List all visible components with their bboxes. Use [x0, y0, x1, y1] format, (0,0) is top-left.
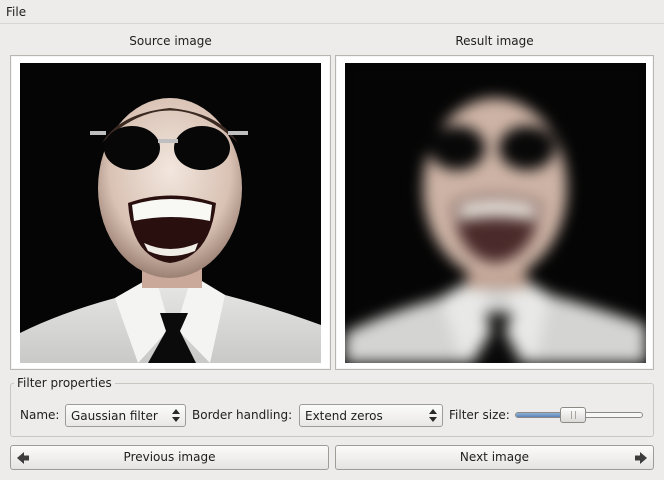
- next-image-label: Next image: [459, 450, 530, 464]
- previous-image-button[interactable]: Previous image: [10, 445, 329, 470]
- arrow-right-icon: [635, 452, 647, 464]
- menu-bar: File: [0, 0, 664, 24]
- source-portrait-photo: [20, 63, 321, 363]
- result-image: [345, 63, 646, 363]
- menu-file[interactable]: File: [0, 0, 32, 24]
- arrow-left-icon: [17, 452, 29, 464]
- filter-name-value: Gaussian filter: [71, 409, 158, 423]
- filter-name-combobox[interactable]: Gaussian filter: [65, 404, 186, 427]
- slider-handle[interactable]: [559, 407, 586, 423]
- filter-size-label: Filter size:: [449, 408, 510, 422]
- up-down-arrows-icon: [169, 406, 183, 425]
- filter-size-slider[interactable]: [514, 404, 644, 427]
- filter-name-label: Name:: [20, 408, 60, 422]
- source-image-frame: [10, 55, 331, 370]
- result-image-frame: [335, 55, 654, 370]
- result-portrait-photo: [345, 63, 646, 363]
- source-image: [20, 63, 321, 363]
- result-image-caption: Result image: [455, 34, 534, 48]
- previous-image-label: Previous image: [123, 450, 216, 464]
- source-image-caption: Source image: [129, 34, 212, 48]
- filter-properties-title: Filter properties: [14, 375, 115, 391]
- border-handling-combobox[interactable]: Extend zeros: [299, 404, 443, 427]
- border-handling-value: Extend zeros: [305, 409, 383, 423]
- up-down-arrows-icon: [426, 406, 440, 425]
- next-image-button[interactable]: Next image: [335, 445, 654, 470]
- border-handling-label: Border handling:: [192, 408, 293, 422]
